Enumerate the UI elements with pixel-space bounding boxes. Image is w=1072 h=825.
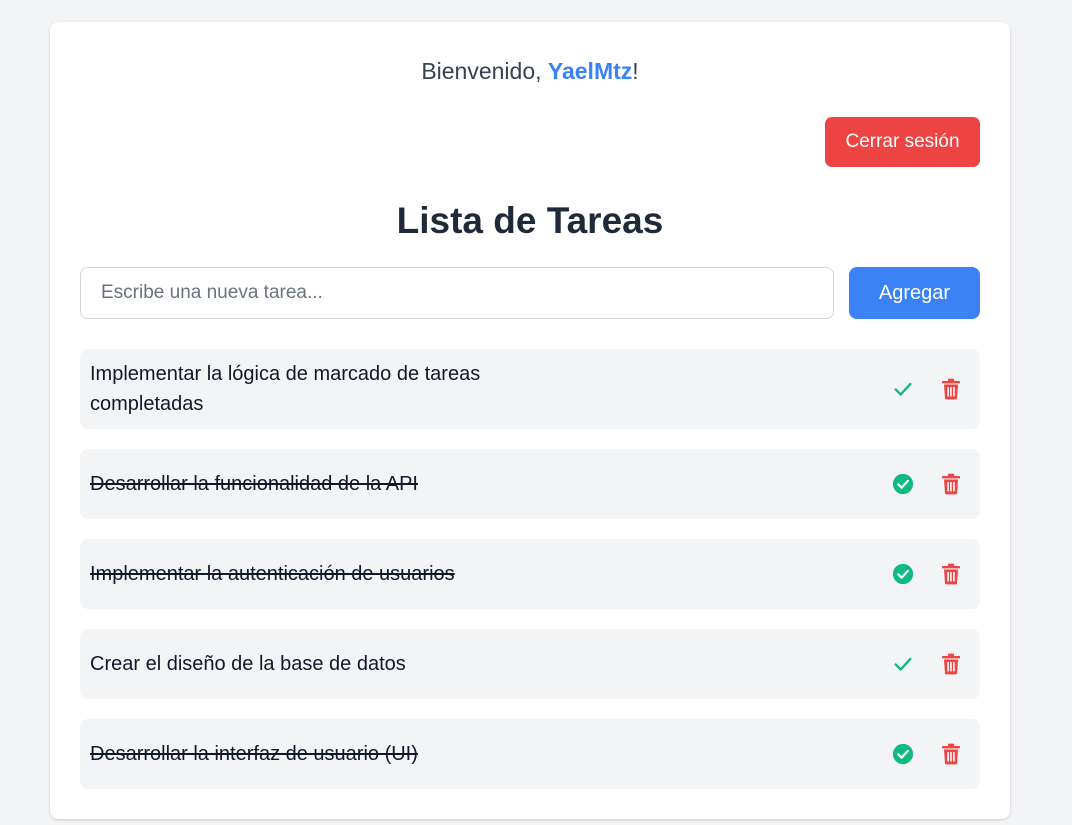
- check-circle-icon[interactable]: [889, 740, 917, 768]
- task-item: Desarrollar la interfaz de usuario (UI): [80, 719, 980, 789]
- task-item: Implementar la autenticación de usuarios: [80, 539, 980, 609]
- task-text: Implementar la lógica de marcado de tare…: [90, 363, 481, 415]
- trash-icon[interactable]: [937, 560, 965, 588]
- check-icon[interactable]: [889, 650, 917, 678]
- task-item: Crear el diseño de la base de datos: [80, 629, 980, 699]
- welcome-suffix: !: [632, 58, 639, 84]
- username: YaelMtz: [547, 58, 633, 84]
- task-text: Desarrollar la interfaz de usuario (UI): [90, 743, 418, 765]
- task-text: Crear el diseño de la base de datos: [90, 653, 406, 675]
- task-item: Implementar la lógica de marcado de tare…: [80, 349, 980, 429]
- add-task-button[interactable]: Agregar: [849, 267, 980, 319]
- trash-icon[interactable]: [937, 375, 965, 403]
- task-item: Desarrollar la funcionalidad de la API: [80, 449, 980, 519]
- welcome-message: Bienvenido, YaelMtz!: [50, 58, 1010, 85]
- trash-icon[interactable]: [937, 650, 965, 678]
- check-circle-icon[interactable]: [889, 470, 917, 498]
- trash-icon[interactable]: [937, 470, 965, 498]
- check-icon[interactable]: [889, 375, 917, 403]
- task-text: Desarrollar la funcionalidad de la API: [90, 473, 418, 495]
- logout-button[interactable]: Cerrar sesión: [825, 117, 980, 167]
- todo-card: Bienvenido, YaelMtz! Cerrar sesión Lista…: [50, 22, 1010, 819]
- trash-icon[interactable]: [937, 740, 965, 768]
- welcome-prefix: Bienvenido,: [421, 58, 548, 84]
- task-text: Implementar la autenticación de usuarios: [90, 563, 455, 585]
- new-task-input[interactable]: [80, 267, 834, 319]
- page-title: Lista de Tareas: [396, 200, 664, 241]
- check-circle-icon[interactable]: [889, 560, 917, 588]
